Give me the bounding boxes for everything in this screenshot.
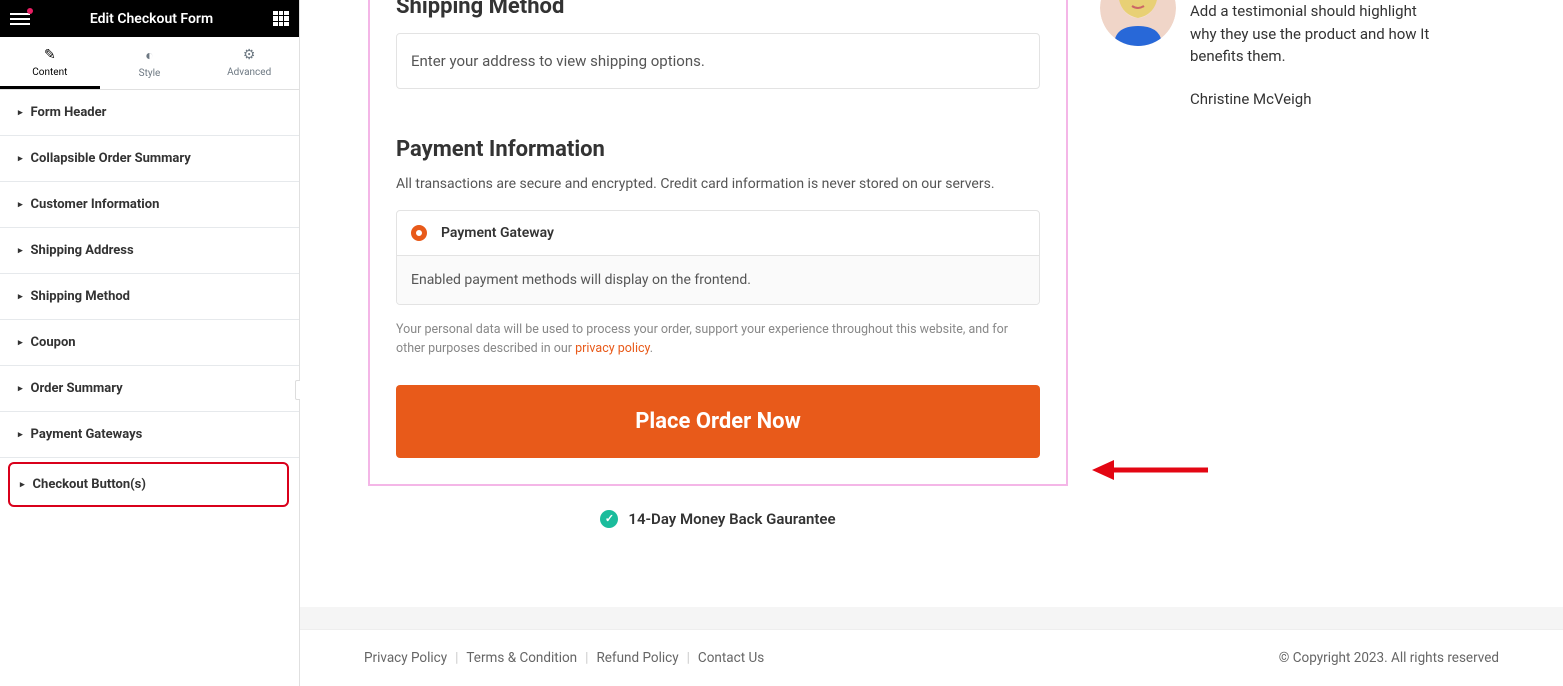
sidebar-header: Edit Checkout Form: [0, 0, 299, 37]
acc-label: Shipping Address: [31, 243, 134, 258]
preview-canvas: Shipping Method Enter your address to vi…: [300, 0, 1563, 686]
tab-label: Advanced: [227, 67, 271, 78]
privacy-policy-link[interactable]: privacy policy: [575, 341, 650, 356]
tab-content[interactable]: ✎ Content: [0, 37, 100, 89]
acc-customer-information[interactable]: ▸ Customer Information: [0, 182, 299, 228]
payment-title: Payment Information: [396, 137, 1040, 162]
shipping-placeholder-box: Enter your address to view shipping opti…: [396, 33, 1040, 89]
caret-right-icon: ▸: [18, 108, 23, 118]
privacy-note: Your personal data will be used to proce…: [396, 321, 1040, 359]
tab-label: Style: [139, 68, 161, 79]
acc-coupon[interactable]: ▸ Coupon: [0, 320, 299, 366]
caret-right-icon: ▸: [18, 154, 23, 164]
testimonial-text: Add a testimonial should highlight why t…: [1190, 0, 1440, 68]
footer-copyright: © Copyright 2023. All rights reserved: [1279, 650, 1499, 666]
caret-right-icon: ▸: [18, 200, 23, 210]
acc-label: Form Header: [31, 105, 107, 120]
caret-right-icon: ▸: [18, 430, 23, 440]
acc-payment-gateways[interactable]: ▸ Payment Gateways: [0, 412, 299, 458]
caret-right-icon: ▸: [20, 480, 25, 490]
acc-label: Checkout Button(s): [33, 477, 146, 492]
acc-label: Collapsible Order Summary: [31, 151, 191, 166]
acc-label: Shipping Method: [31, 289, 130, 304]
payment-gateway-row[interactable]: Payment Gateway: [397, 211, 1039, 256]
footer-contact[interactable]: Contact Us: [698, 650, 764, 666]
shipping-title: Shipping Method: [396, 0, 1040, 19]
pencil-icon: ✎: [0, 47, 100, 63]
tab-style[interactable]: ◐ Style: [100, 37, 200, 89]
acc-label: Order Summary: [31, 381, 123, 396]
gear-icon: ⚙: [199, 47, 299, 63]
acc-shipping-address[interactable]: ▸ Shipping Address: [0, 228, 299, 274]
annotation-arrow: [1090, 455, 1210, 489]
hamburger-icon[interactable]: [10, 13, 30, 25]
footer-links: Privacy Policy | Terms & Condition | Ref…: [364, 650, 764, 666]
contrast-icon: ◐: [100, 47, 200, 64]
panel-title: Edit Checkout Form: [90, 11, 213, 27]
acc-label: Coupon: [31, 335, 76, 350]
payment-info-note: Enabled payment methods will display on …: [397, 256, 1039, 304]
tab-label: Content: [32, 67, 67, 78]
tab-advanced[interactable]: ⚙ Advanced: [199, 37, 299, 89]
radio-icon[interactable]: [411, 225, 427, 241]
page-footer: Privacy Policy | Terms & Condition | Ref…: [300, 629, 1563, 686]
testimonial-block: Add a testimonial should highlight why t…: [1100, 0, 1440, 108]
acc-collapsible-order-summary[interactable]: ▸ Collapsible Order Summary: [0, 136, 299, 182]
acc-label: Customer Information: [31, 197, 160, 212]
accordion: ▸Form Header ▸Collapsible Order Summary …: [0, 90, 299, 511]
payment-gateway-label: Payment Gateway: [441, 225, 554, 241]
acc-checkout-buttons[interactable]: ▸ Checkout Button(s): [8, 462, 289, 507]
payment-desc: All transactions are secure and encrypte…: [396, 176, 1040, 192]
caret-right-icon: ▸: [18, 338, 23, 348]
acc-label: Payment Gateways: [31, 427, 143, 442]
caret-right-icon: ▸: [18, 246, 23, 256]
testimonial-name: Christine McVeigh: [1190, 90, 1440, 108]
acc-form-header[interactable]: ▸ Form Header: [0, 90, 299, 136]
editor-sidebar: Edit Checkout Form ✎ Content ◐ Style ⚙ A…: [0, 0, 300, 686]
widgets-grid-icon[interactable]: [273, 11, 289, 27]
acc-shipping-method[interactable]: ▸ Shipping Method: [0, 274, 299, 320]
caret-right-icon: ▸: [18, 384, 23, 394]
place-order-button[interactable]: Place Order Now: [396, 385, 1040, 458]
caret-right-icon: ▸: [18, 292, 23, 302]
guarantee-row: ✓ 14-Day Money Back Gaurantee: [368, 510, 1068, 528]
footer-refund[interactable]: Refund Policy: [596, 650, 678, 666]
guarantee-text: 14-Day Money Back Gaurantee: [628, 510, 835, 528]
editor-tabs: ✎ Content ◐ Style ⚙ Advanced: [0, 37, 299, 90]
payment-box: Payment Gateway Enabled payment methods …: [396, 210, 1040, 305]
footer-privacy[interactable]: Privacy Policy: [364, 650, 447, 666]
footer-terms[interactable]: Terms & Condition: [466, 650, 577, 666]
privacy-text: Your personal data will be used to proce…: [396, 322, 1008, 356]
avatar: [1100, 0, 1176, 46]
checkout-form-widget[interactable]: Shipping Method Enter your address to vi…: [368, 0, 1068, 486]
check-circle-icon: ✓: [600, 510, 618, 528]
acc-order-summary[interactable]: ▸ Order Summary: [0, 366, 299, 412]
